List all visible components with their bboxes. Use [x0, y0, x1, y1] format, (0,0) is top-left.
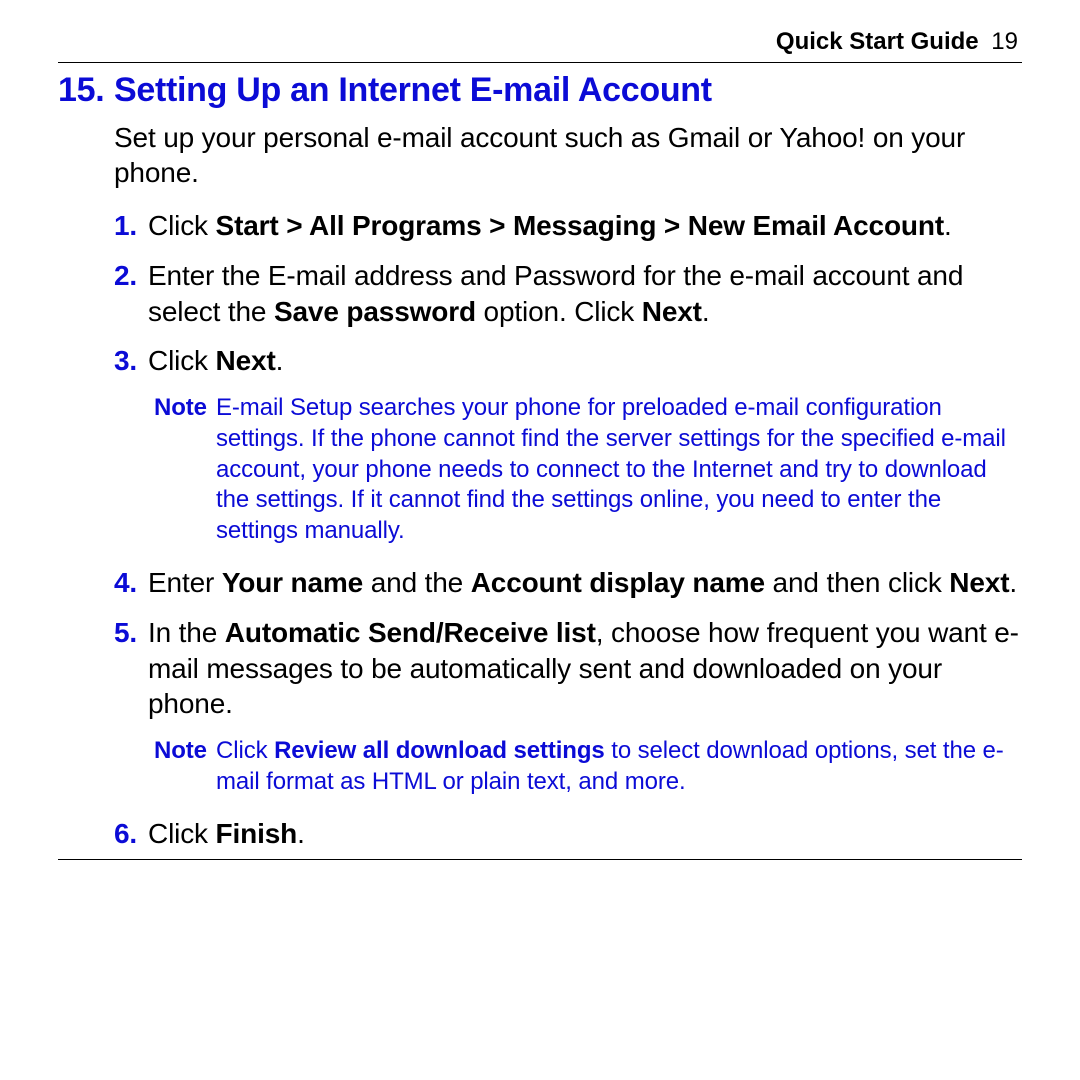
- step-text: Click: [148, 345, 216, 376]
- step-body: Click Start > All Programs > Messaging >…: [148, 208, 1022, 244]
- step-6: 6. Click Finish.: [114, 816, 1022, 852]
- note-bold: Review all download settings: [274, 737, 605, 764]
- step-3: 3. Click Next.: [114, 343, 1022, 379]
- section-number: 15.: [58, 71, 114, 110]
- note-label: Note: [154, 393, 216, 547]
- step-text: option. Click: [476, 296, 642, 327]
- step-text: .: [276, 345, 284, 376]
- step-body: Click Next.: [148, 343, 1022, 379]
- step-text: .: [1009, 567, 1017, 598]
- step-number: 1.: [114, 208, 148, 244]
- step-body: Enter the E-mail address and Password fo…: [148, 258, 1022, 330]
- note-text: Click: [216, 737, 274, 764]
- step-number: 6.: [114, 816, 148, 852]
- step-number: 4.: [114, 565, 148, 601]
- step-4: 4. Enter Your name and the Account displ…: [114, 565, 1022, 601]
- guide-title: Quick Start Guide: [776, 28, 979, 55]
- step-bold: Account display name: [471, 567, 765, 598]
- step-bold: Save password: [274, 296, 476, 327]
- note-1: Note E-mail Setup searches your phone fo…: [154, 393, 1014, 547]
- step-text: In the: [148, 617, 225, 648]
- step-bold: Automatic Send/Receive list: [225, 617, 596, 648]
- step-bold: Next: [949, 567, 1009, 598]
- step-number: 2.: [114, 258, 148, 330]
- section-heading: 15. Setting Up an Internet E-mail Accoun…: [58, 71, 1022, 110]
- step-body: Enter Your name and the Account display …: [148, 565, 1022, 601]
- step-1: 1. Click Start > All Programs > Messagin…: [114, 208, 1022, 244]
- intro-paragraph: Set up your personal e-mail account such…: [114, 120, 1022, 190]
- step-number: 5.: [114, 615, 148, 722]
- step-bold: Next: [642, 296, 702, 327]
- note-2: Note Click Review all download settings …: [154, 736, 1014, 797]
- divider-top: [58, 62, 1022, 63]
- step-text: Enter: [148, 567, 222, 598]
- step-bold: Next: [216, 345, 276, 376]
- step-text: .: [297, 818, 305, 849]
- divider-bottom: [58, 859, 1022, 860]
- note-body: E-mail Setup searches your phone for pre…: [216, 393, 1014, 547]
- step-5: 5. In the Automatic Send/Receive list, c…: [114, 615, 1022, 722]
- step-text: Click: [148, 818, 216, 849]
- step-body: Click Finish.: [148, 816, 1022, 852]
- step-number: 3.: [114, 343, 148, 379]
- page-number: 19: [991, 28, 1018, 55]
- note-body: Click Review all download settings to se…: [216, 736, 1014, 797]
- step-text: .: [702, 296, 710, 327]
- note-label: Note: [154, 736, 216, 797]
- step-text: and the: [363, 567, 471, 598]
- step-bold: Your name: [222, 567, 363, 598]
- step-text: Click: [148, 210, 216, 241]
- step-text: and then click: [765, 567, 949, 598]
- page-header: Quick Start Guide 19: [58, 28, 1022, 56]
- step-2: 2. Enter the E-mail address and Password…: [114, 258, 1022, 330]
- step-text: .: [944, 210, 952, 241]
- step-bold: Finish: [216, 818, 298, 849]
- step-bold: Start > All Programs > Messaging > New E…: [216, 210, 944, 241]
- step-body: In the Automatic Send/Receive list, choo…: [148, 615, 1022, 722]
- section-title: Setting Up an Internet E-mail Account: [114, 71, 1022, 110]
